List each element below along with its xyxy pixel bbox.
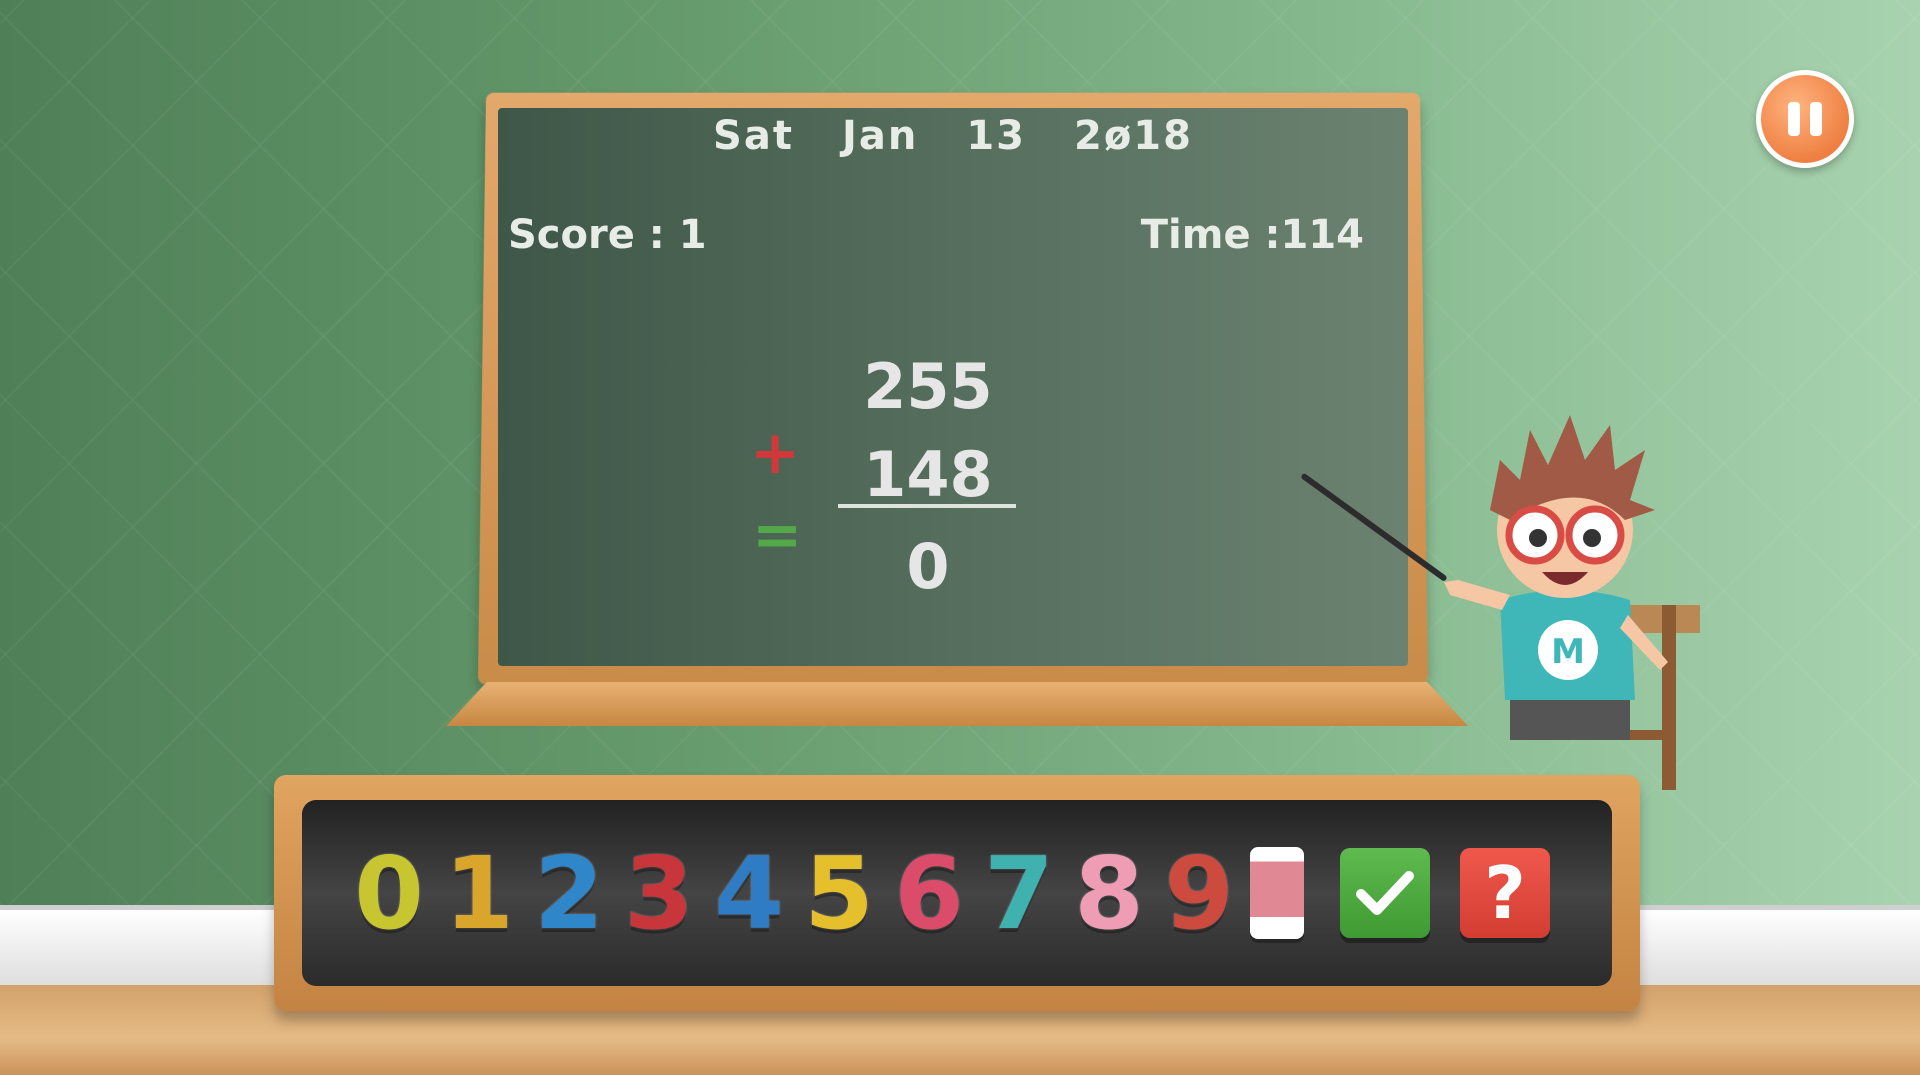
digit-1-button[interactable]: 1 — [434, 835, 524, 952]
operand-1: 255 — [863, 350, 993, 423]
operand-2: 148 — [863, 438, 993, 511]
pause-icon-bar — [1810, 102, 1822, 136]
teacher-arm-left — [1444, 580, 1510, 610]
digit-7-button[interactable]: 7 — [974, 835, 1064, 952]
digit-3-button[interactable]: 3 — [614, 835, 704, 952]
chair-leg — [1662, 605, 1676, 790]
digit-0-button[interactable]: 0 — [344, 835, 434, 952]
date-display: Sat Jan 13 2ø18 — [498, 108, 1408, 164]
help-button[interactable]: ? — [1460, 848, 1550, 938]
chalkboard: Sat Jan 13 2ø18 Score : 1 Time :114 255 … — [498, 108, 1408, 666]
pause-icon-bar — [1788, 102, 1800, 136]
date-month: Jan — [841, 113, 919, 159]
date-year: 2ø18 — [1073, 113, 1193, 159]
digit-5-button[interactable]: 5 — [794, 835, 884, 952]
shirt-letter: M — [1551, 632, 1585, 672]
chalkboard-ledge — [446, 682, 1468, 726]
digit-6-button[interactable]: 6 — [884, 835, 974, 952]
date-number: 13 — [966, 113, 1026, 159]
score-display: Score : 1 — [508, 212, 707, 258]
sum-line — [838, 504, 1016, 508]
submit-check-button[interactable] — [1340, 848, 1430, 938]
digit-8-button[interactable]: 8 — [1064, 835, 1154, 952]
equals-sign: = — [752, 500, 803, 570]
digit-9-button[interactable]: 9 — [1154, 835, 1244, 952]
teacher-character: M — [1444, 415, 1700, 790]
pause-button[interactable] — [1756, 70, 1854, 168]
answer-field[interactable]: 0 — [828, 530, 1028, 603]
check-icon — [1356, 871, 1414, 915]
plus-operator: + — [750, 418, 801, 488]
teacher-pants — [1510, 700, 1630, 740]
eye-right — [1583, 529, 1601, 547]
eye-left — [1529, 529, 1547, 547]
eraser-icon[interactable] — [1250, 847, 1304, 939]
digit-4-button[interactable]: 4 — [704, 835, 794, 952]
number-keypad: 0 1 2 3 4 5 6 7 8 9 ? — [302, 800, 1612, 986]
date-day: Sat — [713, 113, 794, 159]
time-display: Time :114 — [1140, 212, 1364, 258]
digit-2-button[interactable]: 2 — [524, 835, 614, 952]
help-icon: ? — [1484, 851, 1526, 935]
